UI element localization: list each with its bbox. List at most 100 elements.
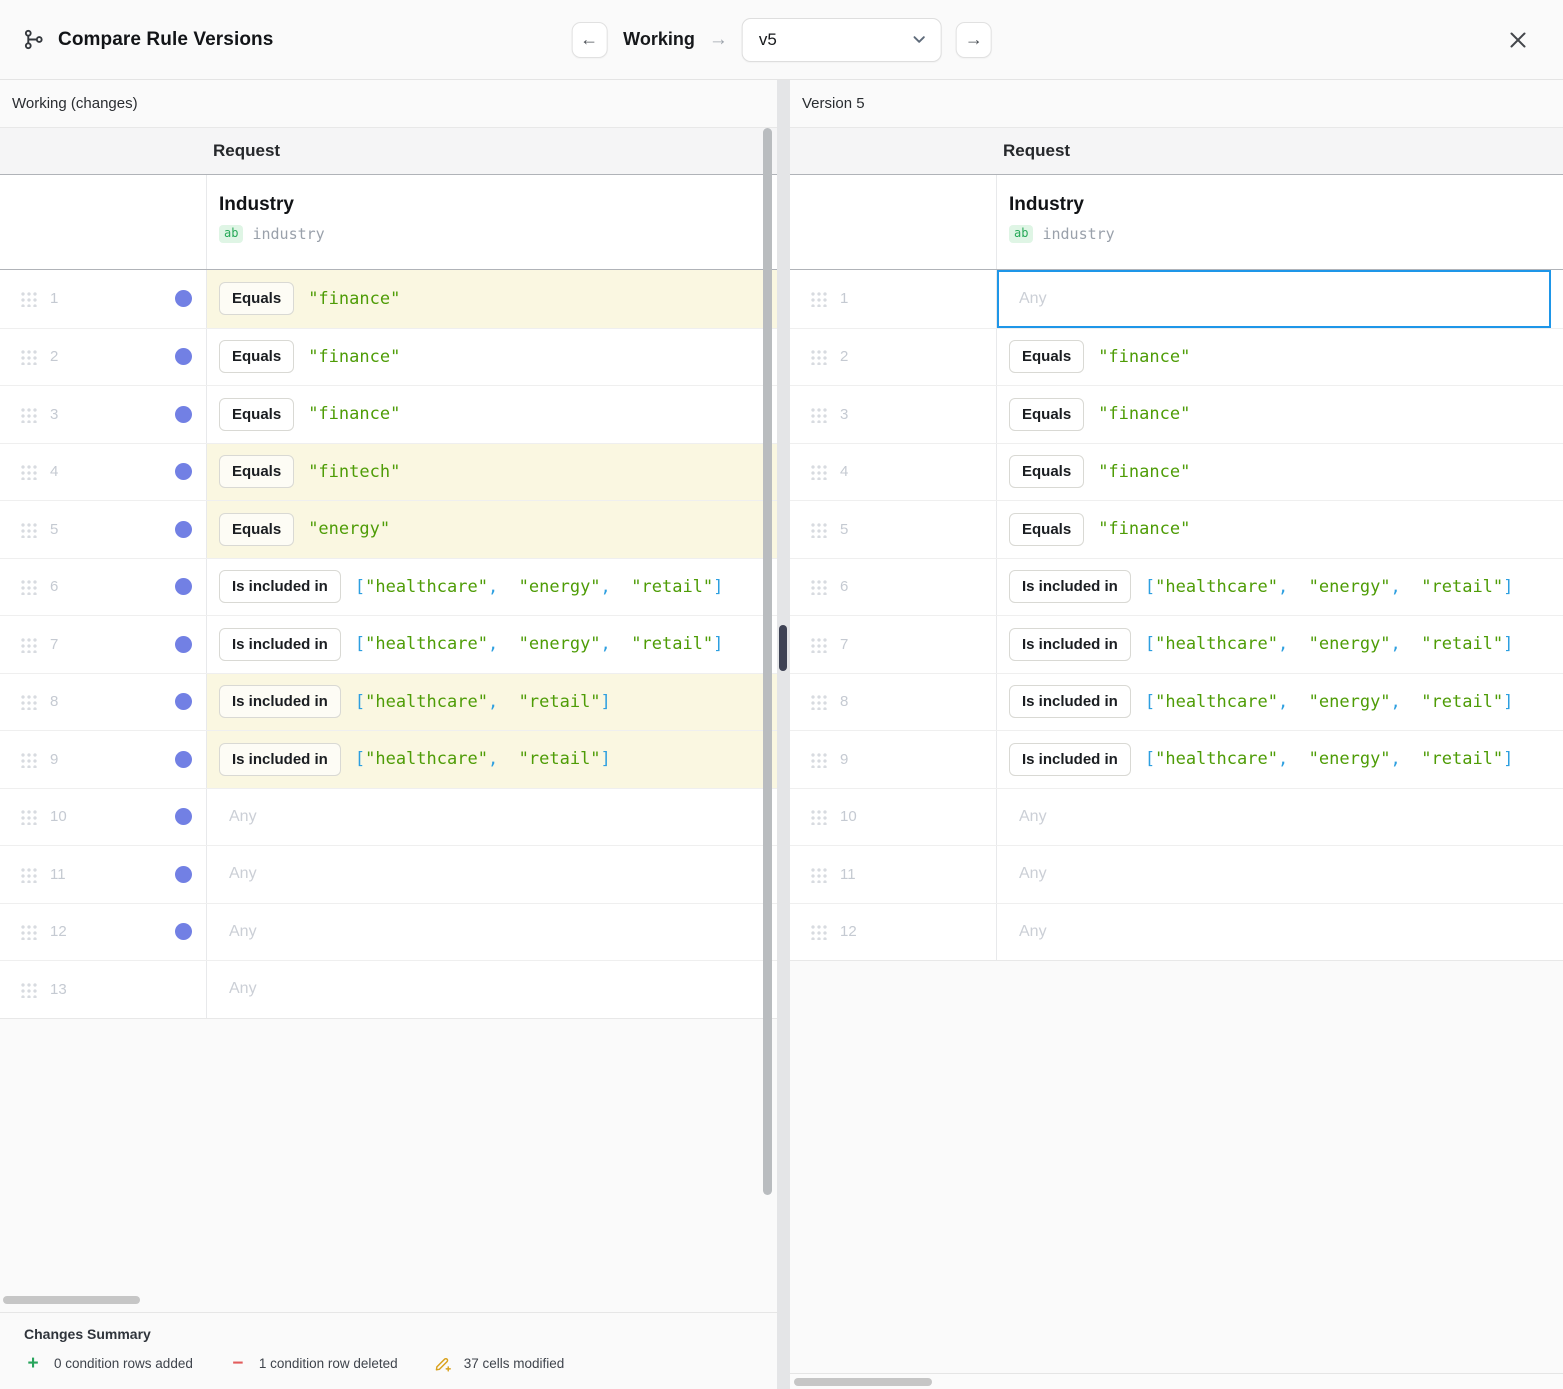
condition-cell[interactable]: Is included in["healthcare", "energy", "… <box>207 616 777 673</box>
operator-chip[interactable]: Equals <box>219 455 294 488</box>
drag-handle-icon[interactable] <box>20 751 38 768</box>
left-horizontal-scrollbar[interactable] <box>3 1296 140 1304</box>
drag-handle-icon[interactable] <box>20 808 38 825</box>
drag-handle-icon[interactable] <box>810 406 828 423</box>
condition-cell[interactable]: Is included in["healthcare", "retail"] <box>207 731 777 788</box>
drag-handle-icon[interactable] <box>20 866 38 883</box>
left-column-header: Industry ab industry <box>0 175 777 270</box>
drag-handle-icon[interactable] <box>810 521 828 538</box>
previous-version-button[interactable]: ← <box>571 22 607 58</box>
operator-chip[interactable]: Equals <box>1009 513 1084 546</box>
drag-handle-icon[interactable] <box>20 981 38 998</box>
change-indicator-dot <box>175 290 192 307</box>
value-string: "healthcare" <box>365 692 488 712</box>
drag-handle-icon[interactable] <box>810 693 828 710</box>
value-string: "retail" <box>519 749 601 769</box>
row-header: 11 <box>790 846 997 903</box>
drag-handle-icon[interactable] <box>810 290 828 307</box>
industry-column-header[interactable]: Industry ab industry <box>207 175 777 269</box>
drag-handle-icon[interactable] <box>810 866 828 883</box>
condition-cell[interactable]: Any <box>207 961 777 1018</box>
condition-cell[interactable]: Is included in["healthcare", "energy", "… <box>997 616 1563 673</box>
condition-cell[interactable]: Any <box>207 904 777 961</box>
operator-chip[interactable]: Equals <box>1009 398 1084 431</box>
condition-value: "finance" <box>308 289 400 309</box>
value-string: "finance" <box>308 404 400 424</box>
operator-chip[interactable]: Equals <box>219 513 294 546</box>
row-header: 8 <box>790 674 997 731</box>
next-version-button[interactable]: → <box>956 22 992 58</box>
condition-value: ["healthcare", "energy", "retail"] <box>1145 577 1514 597</box>
condition-cell[interactable]: Equals"finance" <box>207 329 777 386</box>
rows-added-label: 0 condition rows added <box>54 1356 193 1371</box>
condition-value: ["healthcare", "energy", "retail"] <box>1145 692 1514 712</box>
condition-cell[interactable]: Any <box>997 270 1563 328</box>
drag-handle-icon[interactable] <box>20 693 38 710</box>
operator-chip[interactable]: Is included in <box>1009 628 1131 661</box>
drag-handle-icon[interactable] <box>20 463 38 480</box>
drag-handle-icon[interactable] <box>20 923 38 940</box>
condition-cell[interactable]: Is included in["healthcare", "energy", "… <box>997 731 1563 788</box>
condition-cell[interactable]: Equals "finance" <box>207 270 777 328</box>
condition-cell[interactable]: Equals "finance" <box>207 386 777 443</box>
rows-added-stat: + 0 condition rows added <box>24 1354 193 1373</box>
condition-cell[interactable]: Any <box>207 789 777 846</box>
condition-cell[interactable]: Any <box>997 846 1563 903</box>
condition-value: Any <box>229 923 257 941</box>
operator-chip[interactable]: Equals <box>1009 340 1084 373</box>
drag-handle-icon[interactable] <box>20 521 38 538</box>
condition-cell[interactable]: Equals"finance" <box>997 329 1563 386</box>
drag-handle-icon[interactable] <box>810 808 828 825</box>
drag-handle-icon[interactable] <box>20 636 38 653</box>
operator-chip[interactable]: Is included in <box>219 628 341 661</box>
table-row: 7Is included in["healthcare", "energy", … <box>0 615 777 673</box>
value-punctuation: , <box>1391 634 1422 654</box>
drag-handle-icon[interactable] <box>810 463 828 480</box>
operator-chip[interactable]: Equals <box>219 282 294 315</box>
drag-handle-icon[interactable] <box>810 923 828 940</box>
right-horizontal-scrollbar[interactable] <box>794 1378 932 1386</box>
condition-cell[interactable]: Equals"finance" <box>997 501 1563 558</box>
value-string: "healthcare" <box>1155 749 1278 769</box>
drag-handle-icon[interactable] <box>810 751 828 768</box>
request-group-header: Request <box>1003 141 1070 161</box>
condition-cell[interactable]: Is included in ["healthcare", "energy", "… <box>997 559 1563 616</box>
condition-cell[interactable]: Equals"energy" <box>207 501 777 558</box>
drag-handle-icon[interactable] <box>20 348 38 365</box>
condition-cell[interactable]: Is included in ["healthcare", "energy", "… <box>997 674 1563 731</box>
row-header: 12 <box>790 904 997 961</box>
condition-cell[interactable]: Any <box>997 789 1563 846</box>
row-header-left: 7 <box>810 636 848 653</box>
operator-chip[interactable]: Equals <box>219 340 294 373</box>
drag-handle-icon[interactable] <box>20 406 38 423</box>
condition-cell[interactable]: Equals"finance" <box>997 444 1563 501</box>
divider-drag-handle[interactable] <box>779 625 787 671</box>
condition-cell[interactable]: Is included in["healthcare", "retail"] <box>207 674 777 731</box>
condition-cell[interactable]: Is included in["healthcare", "energy", "… <box>207 559 777 616</box>
operator-chip[interactable]: Is included in <box>219 685 341 718</box>
condition-cell[interactable]: Equals"finance" <box>997 386 1563 443</box>
operator-chip[interactable]: Is included in <box>1009 570 1131 603</box>
close-button[interactable] <box>1503 25 1533 55</box>
operator-chip[interactable]: Is included in <box>1009 685 1131 718</box>
left-vertical-scrollbar[interactable] <box>763 128 772 1195</box>
drag-handle-icon[interactable] <box>810 348 828 365</box>
drag-handle-icon[interactable] <box>810 578 828 595</box>
value-punctuation: , <box>1278 634 1309 654</box>
industry-column-header[interactable]: Industry ab industry <box>997 175 1563 269</box>
operator-chip[interactable]: Is included in <box>219 743 341 776</box>
condition-cell[interactable]: Any <box>207 846 777 903</box>
drag-handle-icon[interactable] <box>810 636 828 653</box>
condition-cell[interactable]: Equals"fintech" <box>207 444 777 501</box>
panel-divider[interactable] <box>777 80 790 1389</box>
operator-chip[interactable]: Equals <box>1009 455 1084 488</box>
operator-chip[interactable]: Is included in <box>1009 743 1131 776</box>
version-select[interactable]: v5 <box>742 18 942 62</box>
row-header: 4 <box>0 444 207 501</box>
value-string: "healthcare" <box>365 577 488 597</box>
condition-cell[interactable]: Any <box>997 904 1563 961</box>
drag-handle-icon[interactable] <box>20 578 38 595</box>
operator-chip[interactable]: Equals <box>219 398 294 431</box>
drag-handle-icon[interactable] <box>20 290 38 307</box>
operator-chip[interactable]: Is included in <box>219 570 341 603</box>
